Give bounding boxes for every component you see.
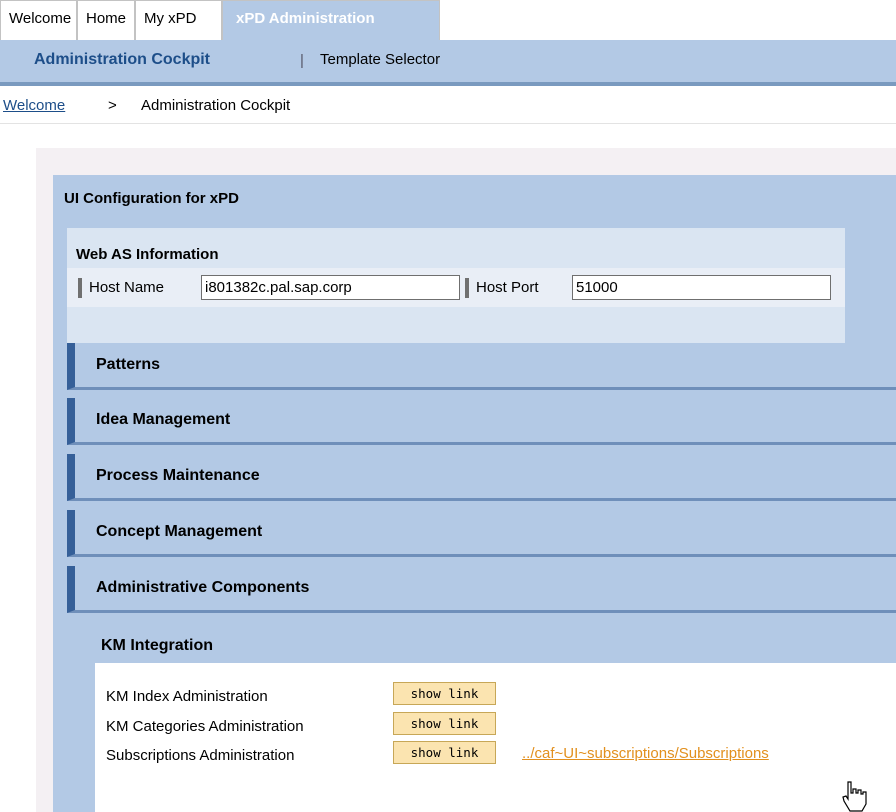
web-as-information-panel: Web AS Information Host Name Host Port [67, 228, 845, 345]
section-idea-management[interactable]: Idea Management [67, 398, 896, 445]
host-name-label: Host Name [89, 279, 165, 296]
subnav-administration-cockpit[interactable]: Administration Cockpit [34, 51, 210, 69]
tab-xpd-administration-label: xPD Administration [236, 10, 375, 27]
subnav-template-selector[interactable]: Template Selector [320, 51, 440, 68]
tab-welcome[interactable]: Welcome [0, 0, 77, 40]
section-idea-management-title: Idea Management [96, 411, 231, 428]
breadcrumb-current: Administration Cockpit [141, 97, 291, 114]
km-integration-body: KM Index Administration show link KM Cat… [95, 663, 896, 812]
web-as-information-title: Web AS Information [76, 246, 219, 263]
hand-cursor-icon [842, 781, 867, 812]
ui-configuration-title: UI Configuration for xPD [64, 190, 239, 207]
section-patterns-title: Patterns [96, 356, 161, 373]
host-name-input[interactable] [201, 275, 460, 300]
host-port-label: Host Port [476, 279, 539, 296]
breadcrumb-welcome-link[interactable]: Welcome [3, 97, 65, 114]
tab-home[interactable]: Home [77, 0, 135, 40]
tab-my-xpd-label: My xPD [144, 10, 197, 27]
sub-navigation: Administration Cockpit | Template Select… [0, 40, 896, 86]
subscriptions-show-link-button[interactable]: show link [393, 741, 496, 764]
breadcrumb: Welcome > Administration Cockpit [0, 86, 896, 124]
tab-xpd-administration[interactable]: xPD Administration [222, 0, 440, 40]
subscriptions-administration-label: Subscriptions Administration [106, 747, 295, 764]
host-row: Host Name Host Port [67, 268, 845, 307]
tab-welcome-label: Welcome [9, 10, 72, 27]
km-index-administration-label: KM Index Administration [106, 688, 268, 705]
tab-home-label: Home [86, 10, 127, 27]
section-administrative-components-title: Administrative Components [96, 579, 310, 596]
km-categories-show-link-button[interactable]: show link [393, 712, 496, 735]
section-process-maintenance-title: Process Maintenance [96, 467, 260, 484]
section-concept-management[interactable]: Concept Management [67, 510, 896, 557]
section-patterns[interactable]: Patterns [67, 343, 896, 390]
km-integration-panel: KM Integration KM Index Administration s… [82, 622, 896, 812]
km-categories-administration-label: KM Categories Administration [106, 718, 304, 735]
subnav-separator: | [300, 52, 304, 69]
host-name-label-marker [78, 278, 82, 298]
breadcrumb-separator: > [108, 97, 117, 114]
section-administrative-components[interactable]: Administrative Components [67, 566, 896, 613]
km-integration-title: KM Integration [101, 637, 213, 654]
subscriptions-link[interactable]: ../caf~UI~subscriptions/Subscriptions [522, 745, 769, 762]
section-process-maintenance[interactable]: Process Maintenance [67, 454, 896, 501]
host-port-label-marker [465, 278, 469, 298]
top-tab-strip: Welcome Home My xPD xPD Administration [0, 0, 896, 40]
host-port-input[interactable] [572, 275, 831, 300]
section-concept-management-title: Concept Management [96, 523, 263, 540]
km-index-show-link-button[interactable]: show link [393, 682, 496, 705]
tab-my-xpd[interactable]: My xPD [135, 0, 222, 40]
